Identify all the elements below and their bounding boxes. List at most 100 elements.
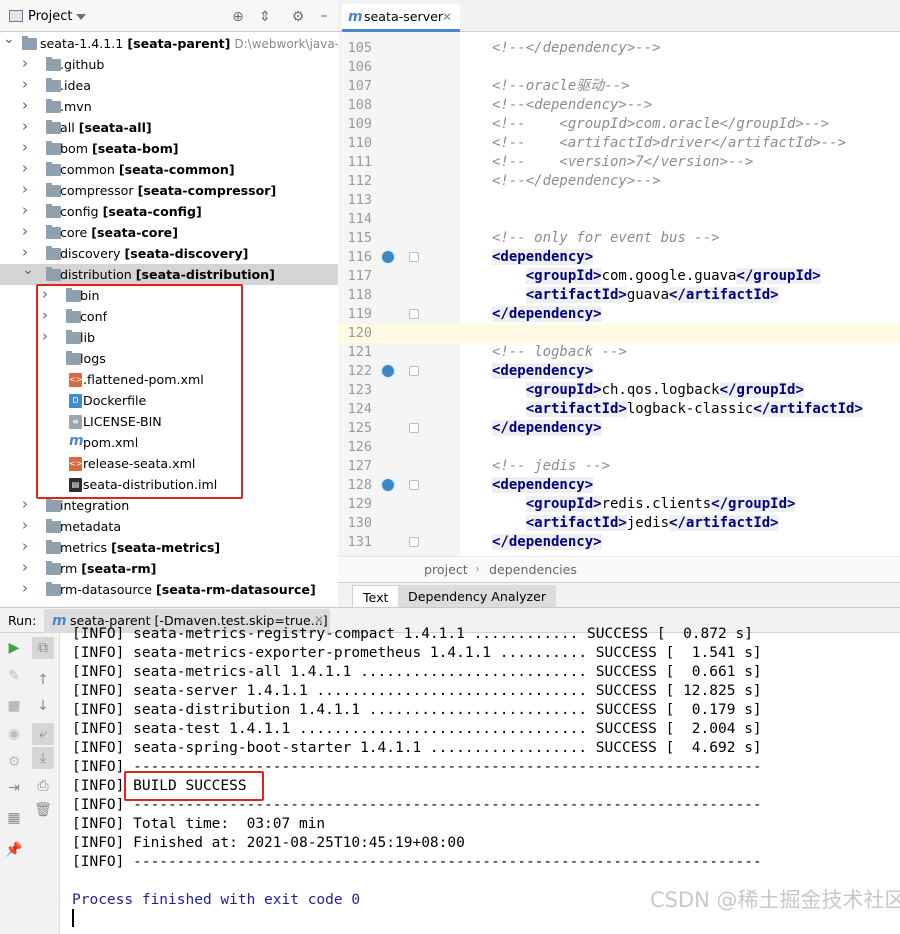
- chevron-right-icon[interactable]: ›: [22, 95, 32, 116]
- tree-row[interactable]: ⌄ distribution [seata-distribution]: [0, 262, 338, 285]
- rerun-icon[interactable]: ▶: [3, 637, 25, 659]
- chevron-down-icon[interactable]: ⌄: [22, 260, 34, 281]
- maven-icon: m: [52, 613, 67, 629]
- module-name: [seata-parent]: [127, 36, 231, 51]
- folder-icon: [46, 582, 61, 596]
- modify-run-icon[interactable]: ✎: [3, 665, 25, 687]
- tree-item-label: common [seata-common]: [60, 159, 235, 180]
- breadcrumb-separator-icon: ›: [475, 561, 481, 576]
- tab-text[interactable]: Text: [352, 585, 400, 609]
- tree-item-name: compressor: [60, 183, 134, 198]
- settings-icon[interactable]: ⚙: [3, 751, 25, 773]
- tree-row[interactable]: › all [seata-all]: [0, 117, 338, 138]
- console-line: [INFO] seata-metrics-exporter-prometheus…: [72, 645, 762, 661]
- module-name: [seata-common]: [118, 162, 235, 177]
- chevron-right-icon[interactable]: ›: [22, 116, 32, 137]
- chevron-right-icon[interactable]: ›: [22, 536, 32, 557]
- chevron-right-icon[interactable]: ›: [22, 200, 32, 221]
- xml-value: guava: [626, 287, 670, 303]
- chevron-down-icon[interactable]: [76, 14, 86, 20]
- editor-tab-label: seata-server: [364, 9, 444, 24]
- chevron-right-icon[interactable]: ›: [22, 74, 32, 95]
- tree-row[interactable]: › rm-datasource [seata-rm-datasource]: [0, 579, 338, 599]
- run-label: Run:: [8, 613, 37, 628]
- tab-dependency-analyzer[interactable]: Dependency Analyzer: [398, 585, 557, 609]
- fold-marker-icon[interactable]: [409, 480, 419, 490]
- tree-row[interactable]: › core [seata-core]: [0, 222, 338, 243]
- folder-icon: [46, 267, 61, 281]
- tree-row[interactable]: › .mvn: [0, 96, 338, 117]
- close-icon[interactable]: ✕: [442, 4, 452, 30]
- xml-value: redis.clients: [601, 496, 712, 512]
- xml-value: jedis: [626, 515, 670, 531]
- code-line: </dependency>: [492, 534, 602, 550]
- line-number: 124: [347, 401, 372, 417]
- tree-item-label: discovery [seata-discovery]: [60, 243, 248, 264]
- code-line: <groupId>redis.clients</groupId>: [525, 496, 796, 512]
- locate-icon[interactable]: ⊕: [230, 9, 246, 25]
- layout-icon[interactable]: ▦: [3, 807, 25, 829]
- chevron-right-icon[interactable]: ›: [22, 53, 32, 74]
- stop-icon[interactable]: ■: [3, 695, 25, 717]
- breadcrumb-item[interactable]: dependencies: [489, 562, 577, 577]
- breadcrumb-item[interactable]: project: [424, 562, 468, 577]
- chevron-right-icon[interactable]: ›: [22, 515, 32, 536]
- print-icon[interactable]: ⎙: [32, 775, 54, 797]
- chevron-right-icon[interactable]: ›: [22, 179, 32, 200]
- override-gutter-icon[interactable]: [380, 477, 396, 493]
- exit-icon[interactable]: ⇥: [3, 777, 25, 799]
- override-gutter-icon[interactable]: [380, 363, 396, 379]
- restore-layout-icon[interactable]: ⧉: [32, 637, 54, 659]
- camera-icon[interactable]: ◉: [3, 723, 25, 745]
- tree-row[interactable]: › config [seata-config]: [0, 201, 338, 222]
- fold-marker-icon[interactable]: [409, 423, 419, 433]
- gear-icon[interactable]: ⚙: [290, 9, 306, 25]
- scroll-to-end-icon[interactable]: ⤓: [32, 747, 54, 769]
- tree-item-label: distribution [seata-distribution]: [60, 264, 275, 285]
- fold-marker-icon[interactable]: [409, 309, 419, 319]
- tree-row[interactable]: › .idea: [0, 75, 338, 96]
- chevron-right-icon[interactable]: ›: [22, 494, 32, 515]
- trash-icon[interactable]: 🗑: [32, 799, 54, 821]
- line-number: 123: [347, 382, 372, 398]
- tree-row[interactable]: › bom [seata-bom]: [0, 138, 338, 159]
- tree-row[interactable]: › compressor [seata-compressor]: [0, 180, 338, 201]
- fold-marker-icon[interactable]: [409, 252, 419, 262]
- fold-marker-icon[interactable]: [409, 537, 419, 547]
- tree-row[interactable]: › rm [seata-rm]: [0, 558, 338, 579]
- tree-row[interactable]: › discovery [seata-discovery]: [0, 243, 338, 264]
- module-name: [seata-discovery]: [124, 246, 249, 261]
- watermark: CSDN @稀土掘金技术社区: [650, 888, 900, 912]
- chevron-right-icon[interactable]: ›: [22, 158, 32, 179]
- down-arrow-icon[interactable]: ↓: [32, 695, 54, 717]
- up-arrow-icon[interactable]: ↑: [32, 669, 54, 691]
- collapse-all-icon[interactable]: ⇕: [257, 9, 273, 25]
- line-number: 126: [347, 439, 372, 455]
- tree-row[interactable]: ⌄ seata-1.4.1.1 [seata-parent] D:\webwork…: [0, 33, 338, 54]
- line-number: 107: [347, 78, 372, 94]
- chevron-right-icon[interactable]: ›: [22, 557, 32, 578]
- tree-item-label: metadata: [60, 516, 121, 537]
- chevron-right-icon[interactable]: ›: [22, 221, 32, 242]
- chevron-right-icon[interactable]: ›: [22, 578, 32, 599]
- fold-marker-icon[interactable]: [409, 366, 419, 376]
- chevron-down-icon[interactable]: ⌄: [3, 33, 15, 50]
- override-gutter-icon[interactable]: [380, 249, 396, 265]
- project-panel-header: Project ⊕ ⇕ ⚙ –: [0, 0, 338, 32]
- line-number: 112: [347, 173, 372, 189]
- soft-wrap-icon[interactable]: ⤶: [32, 723, 54, 745]
- minimize-icon[interactable]: –: [316, 8, 332, 24]
- project-panel-title[interactable]: Project: [28, 9, 72, 24]
- editor-tab-seata-server[interactable]: m seata-server ✕: [342, 4, 460, 32]
- highlight-box-build-success: [124, 771, 264, 801]
- tree-row[interactable]: › .github: [0, 54, 338, 75]
- pin-icon[interactable]: 📌: [3, 839, 25, 861]
- tree-row[interactable]: › metrics [seata-metrics]: [0, 537, 338, 558]
- tree-item-label: .mvn: [60, 96, 92, 117]
- console-line: [INFO] seata-distribution 1.4.1.1 ......…: [72, 702, 762, 718]
- tree-row[interactable]: › common [seata-common]: [0, 159, 338, 180]
- tree-item-name: rm-datasource: [60, 582, 152, 597]
- chevron-right-icon[interactable]: ›: [22, 137, 32, 158]
- tree-row[interactable]: › metadata: [0, 516, 338, 537]
- line-number: 121: [347, 344, 372, 360]
